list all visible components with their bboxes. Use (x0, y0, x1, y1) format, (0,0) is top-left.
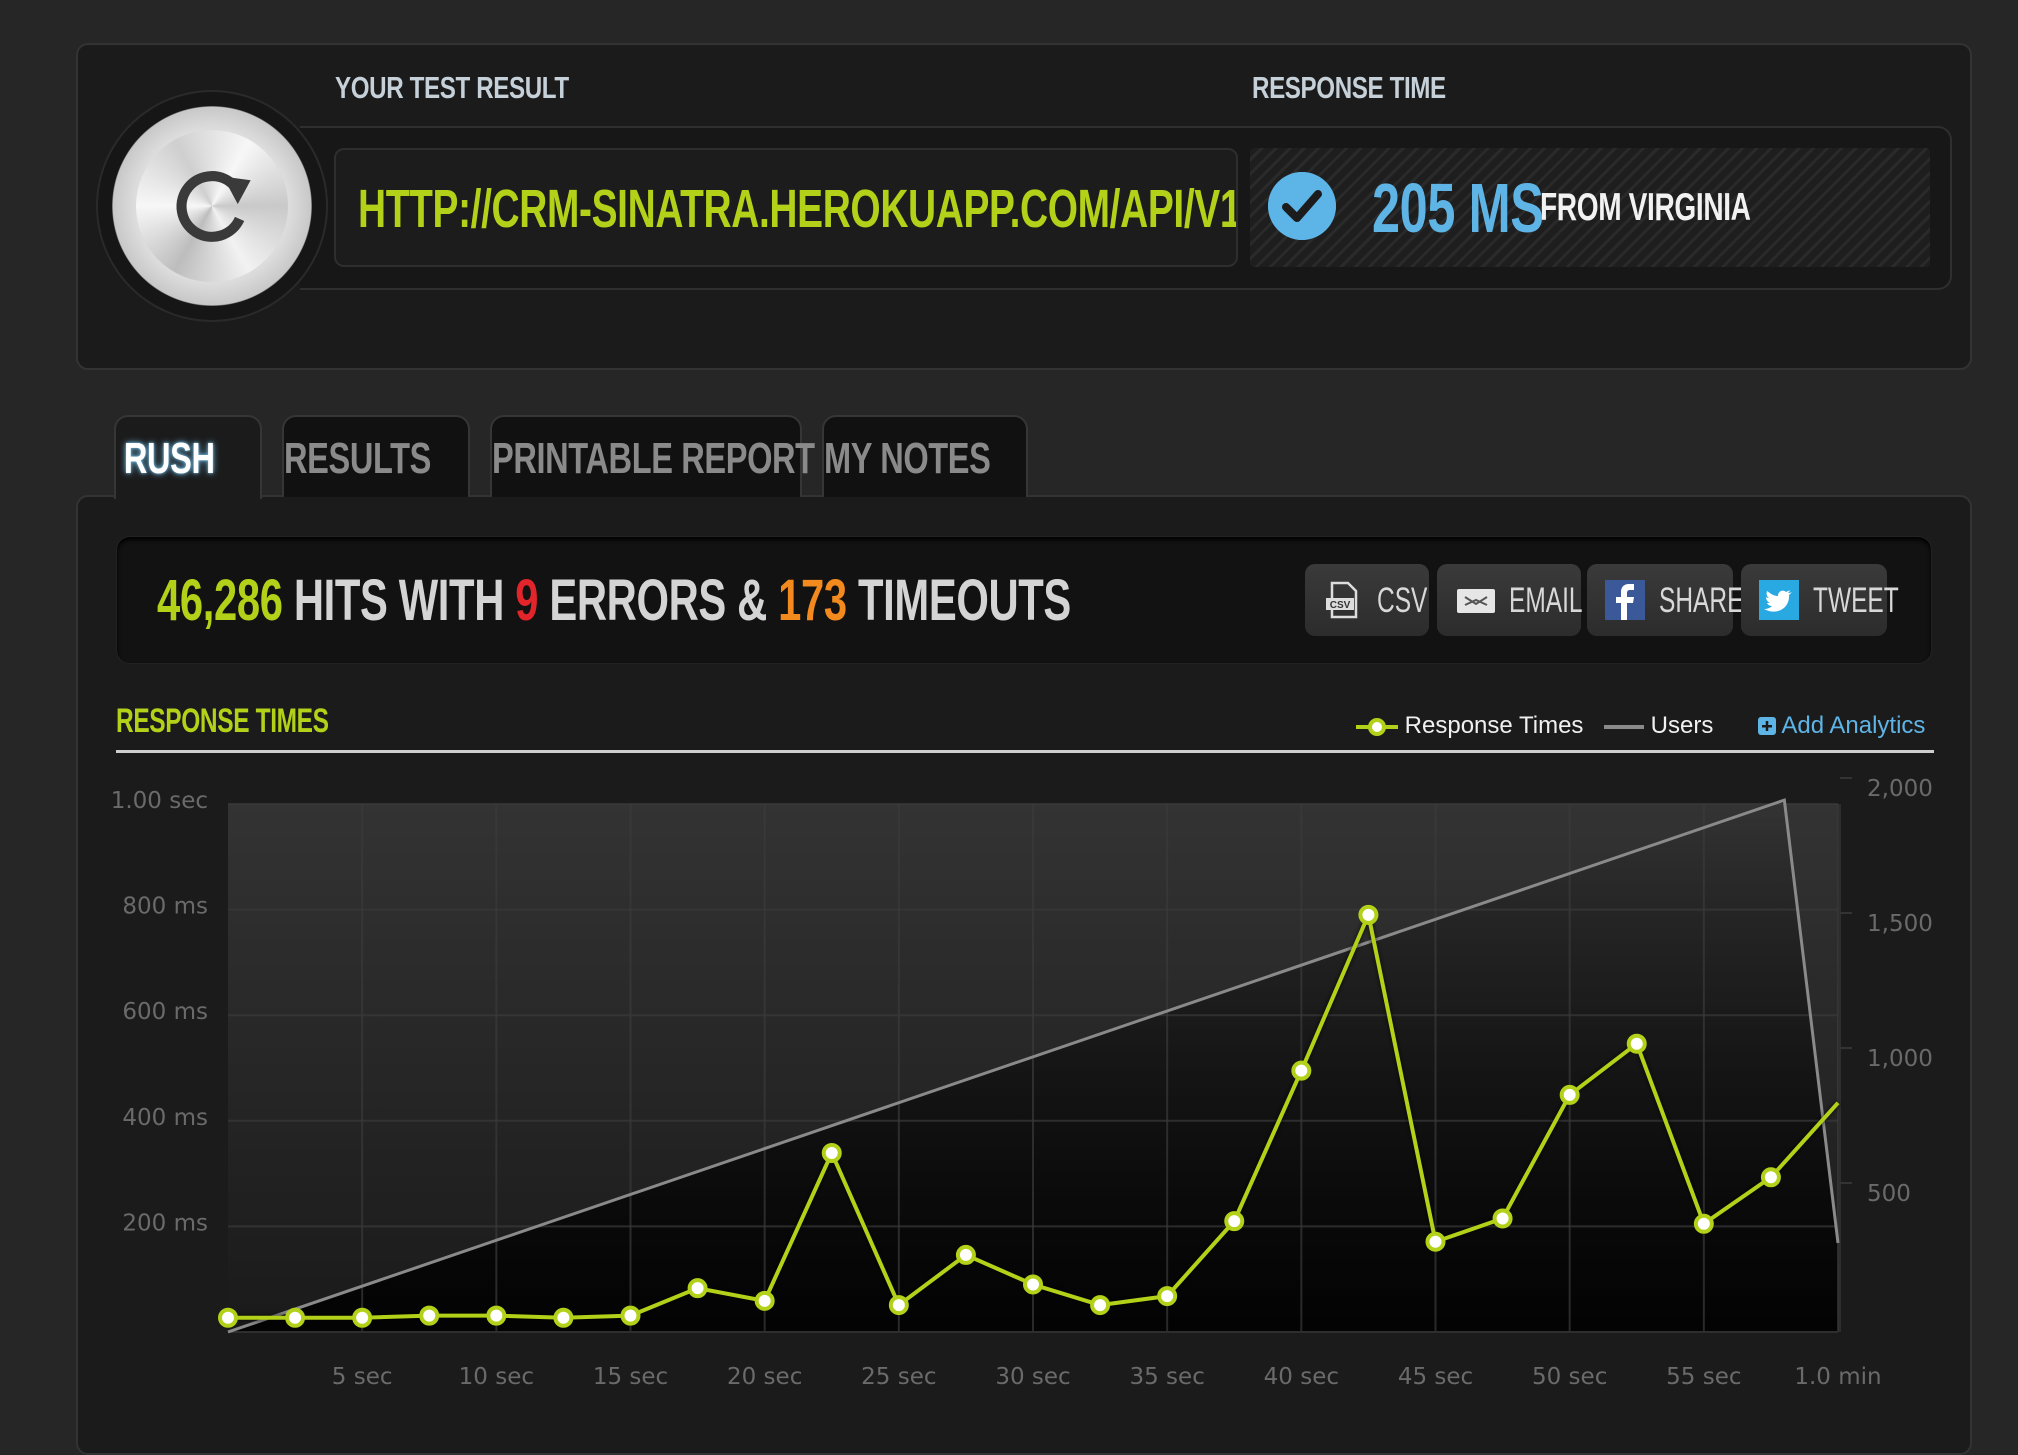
response-time-point (687, 1278, 708, 1299)
x-tick-label: 1.0 min (1794, 1364, 1881, 1390)
x-tick-label: 5 sec (332, 1364, 393, 1390)
response-time-point (486, 1305, 507, 1326)
response-time-point (1492, 1208, 1513, 1229)
response-time-point (1224, 1211, 1245, 1232)
response-time-point (888, 1295, 909, 1316)
x-tick-label: 45 sec (1398, 1364, 1473, 1390)
x-tick-label: 30 sec (995, 1364, 1070, 1390)
response-time-point (1559, 1084, 1580, 1105)
response-times-chart: 200 ms 400 ms 600 ms 800 ms 1.00 sec 500 1,000… (111, 776, 1933, 1390)
x-tick-label: 20 sec (727, 1364, 802, 1390)
response-time-point (352, 1307, 373, 1328)
y-left-tick-label: 1.00 sec (111, 788, 208, 814)
response-time-point (285, 1307, 306, 1328)
response-time-point (1090, 1295, 1111, 1316)
y-right-tick-label: 1,500 (1867, 911, 1933, 937)
x-tick-label: 10 sec (459, 1364, 534, 1390)
response-time-point (821, 1143, 842, 1164)
x-tick-label: 40 sec (1264, 1364, 1339, 1390)
response-time-point (218, 1307, 238, 1328)
x-tick-label: 25 sec (861, 1364, 936, 1390)
response-time-point (1693, 1213, 1714, 1234)
y-right-tick-label: 500 (1867, 1181, 1911, 1207)
response-time-point (419, 1305, 440, 1326)
response-time-point (1291, 1060, 1312, 1081)
x-tick-label: 55 sec (1666, 1364, 1741, 1390)
response-time-point (553, 1307, 574, 1328)
y-right-tick-label: 2,000 (1867, 776, 1933, 802)
y-left-tick-label: 200 ms (122, 1210, 208, 1236)
response-time-point (1023, 1274, 1043, 1295)
y-left-tick-label: 400 ms (122, 1105, 208, 1131)
response-time-point (1626, 1033, 1647, 1054)
x-tick-label: 35 sec (1129, 1364, 1204, 1390)
response-time-point (620, 1305, 641, 1326)
y-left-tick-label: 600 ms (122, 999, 208, 1025)
x-tick-label: 50 sec (1532, 1364, 1607, 1390)
response-time-point (1425, 1231, 1446, 1252)
response-time-point (754, 1290, 775, 1311)
x-tick-label: 15 sec (593, 1364, 668, 1390)
y-right-tick-label: 1,000 (1867, 1046, 1933, 1072)
response-time-point (1358, 904, 1379, 925)
response-time-point (955, 1244, 976, 1265)
response-time-point (1157, 1286, 1178, 1307)
response-time-point (1760, 1167, 1781, 1188)
y-left-tick-label: 800 ms (122, 894, 208, 920)
